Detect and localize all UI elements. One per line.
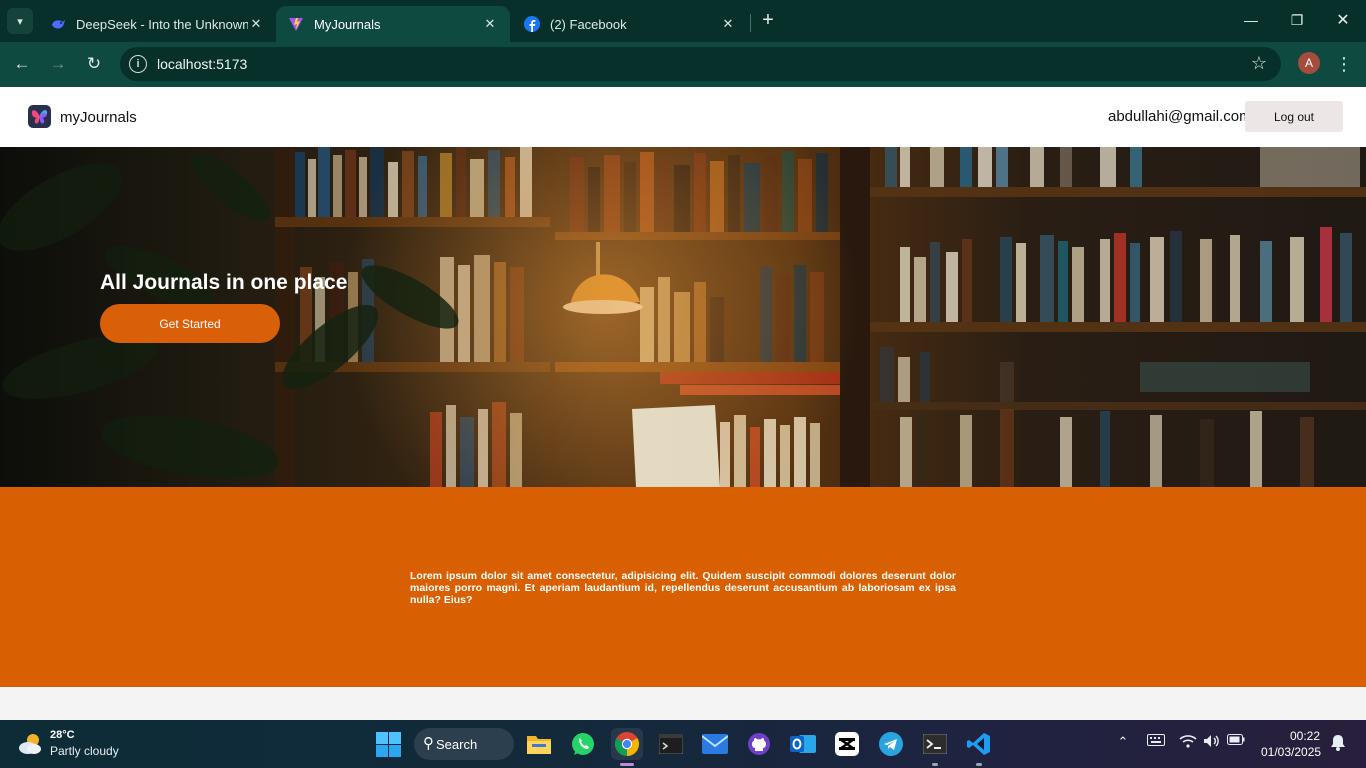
brand-name[interactable]: myJournals bbox=[60, 109, 137, 126]
whatsapp-icon[interactable] bbox=[567, 728, 599, 760]
tab-title: (2) Facebook bbox=[550, 16, 627, 32]
butterfly-logo-icon[interactable] bbox=[28, 105, 51, 128]
file-explorer-icon[interactable] bbox=[523, 728, 555, 760]
window-close-icon[interactable]: ✕ bbox=[1320, 6, 1366, 34]
deepseek-favicon-icon bbox=[50, 16, 66, 32]
vite-favicon-icon bbox=[288, 16, 304, 32]
close-icon[interactable]: ✕ bbox=[482, 16, 498, 32]
more-menu-icon[interactable]: ⋮ bbox=[1334, 50, 1354, 78]
about-text: Lorem ipsum dolor sit amet consectetur, … bbox=[410, 570, 956, 606]
hero-title: All Journals in one place bbox=[100, 271, 348, 294]
vscode-icon[interactable] bbox=[963, 728, 995, 766]
capcut-icon[interactable] bbox=[831, 728, 863, 760]
chrome-icon[interactable] bbox=[611, 728, 643, 766]
close-icon[interactable]: ✕ bbox=[248, 16, 264, 32]
profile-avatar[interactable]: A bbox=[1298, 52, 1320, 74]
forward-arrow-icon[interactable]: → bbox=[44, 50, 72, 78]
get-started-button[interactable]: Get Started bbox=[100, 304, 280, 343]
site-header: myJournals abdullahi@gmail.com Log out bbox=[0, 87, 1366, 147]
back-arrow-icon[interactable]: ← bbox=[8, 50, 36, 78]
clock-date[interactable]: 01/03/2025 bbox=[1261, 745, 1321, 759]
tab-title: DeepSeek - Into the Unknown bbox=[76, 16, 248, 32]
tab-facebook[interactable]: (2) Facebook ✕ bbox=[512, 6, 748, 42]
github-icon[interactable] bbox=[743, 728, 775, 760]
chevron-up-icon[interactable]: ⌃ bbox=[1114, 734, 1132, 750]
partly-cloudy-icon[interactable] bbox=[16, 730, 44, 758]
search-icon: ⚲ bbox=[423, 735, 434, 752]
mail-icon[interactable] bbox=[699, 728, 731, 760]
keyboard-icon[interactable] bbox=[1146, 734, 1166, 746]
active-indicator bbox=[620, 763, 634, 766]
tab-divider bbox=[750, 14, 751, 32]
terminal-icon[interactable] bbox=[655, 728, 687, 760]
taskbar-search-label: Search bbox=[436, 736, 478, 752]
site-info-icon[interactable]: i bbox=[129, 55, 147, 73]
browser-tab-bar: ▾ DeepSeek - Into the Unknown ✕ MyJourna… bbox=[0, 0, 1366, 42]
address-url[interactable]: localhost:5173 bbox=[157, 56, 247, 72]
clock-time[interactable]: 00:22 bbox=[1290, 729, 1320, 743]
command-prompt-icon[interactable] bbox=[919, 728, 951, 766]
tab-title: MyJournals bbox=[314, 16, 381, 32]
battery-icon[interactable] bbox=[1226, 734, 1246, 745]
running-indicator bbox=[976, 763, 982, 766]
web-page: myJournals abdullahi@gmail.com Log out A… bbox=[0, 87, 1366, 720]
weather-condition[interactable]: Partly cloudy bbox=[50, 744, 119, 758]
notification-bell-icon[interactable] bbox=[1328, 734, 1348, 751]
facebook-favicon-icon bbox=[524, 16, 540, 32]
weather-temperature[interactable]: 28°C bbox=[50, 729, 75, 741]
tab-myjournals[interactable]: MyJournals ✕ bbox=[276, 6, 510, 42]
hero-banner: All Journals in one place Get Started bbox=[0, 147, 1366, 487]
logout-button[interactable]: Log out bbox=[1245, 101, 1343, 132]
volume-icon[interactable] bbox=[1202, 734, 1222, 748]
minimize-icon[interactable]: — bbox=[1228, 6, 1274, 34]
restore-icon[interactable]: ❐ bbox=[1274, 6, 1320, 34]
running-indicator bbox=[932, 763, 938, 766]
tab-deepseek[interactable]: DeepSeek - Into the Unknown ✕ bbox=[38, 6, 276, 42]
taskbar-search[interactable]: ⚲ Search bbox=[414, 728, 514, 760]
tab-search-chevron-icon[interactable]: ▾ bbox=[7, 8, 33, 34]
address-bar[interactable]: i localhost:5173 ☆ bbox=[120, 47, 1281, 81]
browser-toolbar: ← → ↻ i localhost:5173 ☆ A ⋮ bbox=[0, 42, 1366, 87]
telegram-icon[interactable] bbox=[875, 728, 907, 760]
user-email: abdullahi@gmail.com bbox=[1108, 108, 1252, 125]
reload-icon[interactable]: ↻ bbox=[80, 50, 108, 78]
about-section: Lorem ipsum dolor sit amet consectetur, … bbox=[0, 487, 1366, 687]
taskbar: 28°C Partly cloudy ⚲ Search ⌃ 00:22 01/0… bbox=[0, 720, 1366, 768]
new-tab-plus-icon[interactable]: + bbox=[758, 9, 778, 31]
close-icon[interactable]: ✕ bbox=[720, 16, 736, 32]
windows-start-icon[interactable] bbox=[376, 732, 401, 757]
outlook-icon[interactable] bbox=[787, 728, 819, 760]
bookmark-star-icon[interactable]: ☆ bbox=[1251, 53, 1267, 74]
wifi-icon[interactable] bbox=[1178, 734, 1198, 748]
